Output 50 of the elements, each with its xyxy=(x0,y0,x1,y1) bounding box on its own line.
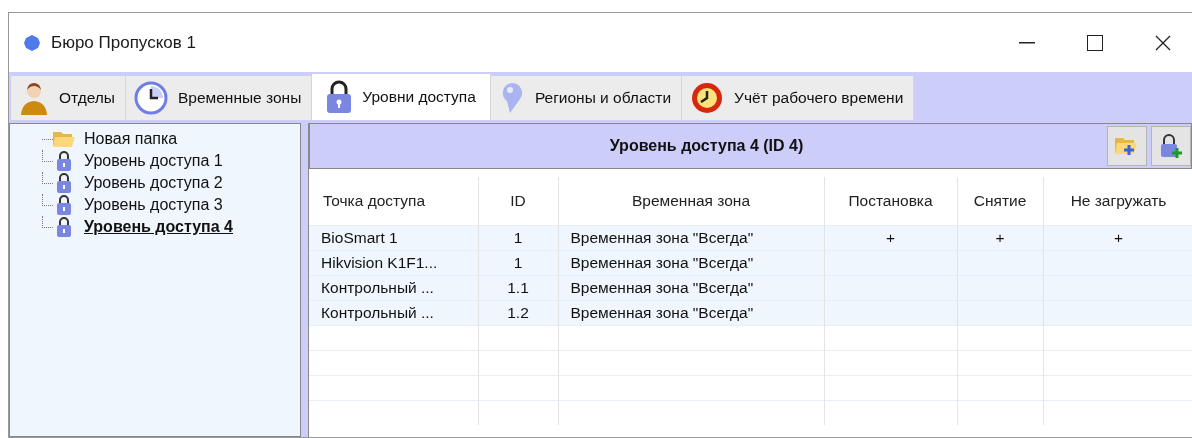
column-header: Точка доступа xyxy=(323,192,426,209)
add-folder-button[interactable] xyxy=(1107,126,1147,166)
table-cell: Hikvision K1F1... xyxy=(321,254,438,271)
folder-icon xyxy=(52,130,76,148)
close-icon xyxy=(1155,34,1171,51)
table-cell: + xyxy=(995,229,1005,246)
lock-plus-icon xyxy=(1159,133,1183,159)
folder-plus-icon xyxy=(1114,135,1140,157)
add-access-level-button[interactable] xyxy=(1151,126,1191,166)
column-header: ID xyxy=(510,192,526,209)
lock-icon xyxy=(56,172,72,194)
table-cell: BioSmart 1 xyxy=(321,229,398,246)
column-header: Снятие xyxy=(973,192,1027,209)
lock-icon xyxy=(56,194,72,216)
table-cell: 1.1 xyxy=(507,279,529,296)
tree-item[interactable]: Уровень доступа 2 xyxy=(84,174,223,192)
column-header: Временная зона xyxy=(632,192,750,209)
alarm-clock-icon xyxy=(690,81,725,115)
table-cell: Временная зона "Всегда" xyxy=(570,304,754,321)
window-title: Бюро Пропусков 1 xyxy=(51,32,196,53)
tree-item[interactable]: Уровень доступа 3 xyxy=(84,196,223,214)
table-cell: Контрольный ... xyxy=(321,304,434,321)
person-icon xyxy=(19,81,49,115)
table-cell: Временная зона "Всегда" xyxy=(570,229,754,246)
tab[interactable]: Отделы xyxy=(11,76,126,120)
minimize-icon xyxy=(1019,41,1035,44)
tree-item[interactable]: Новая папка xyxy=(84,130,178,148)
tree-item[interactable]: Уровень доступа 1 xyxy=(84,152,223,170)
tree-item[interactable]: Уровень доступа 4 xyxy=(84,218,233,236)
column-header: Постановка xyxy=(848,192,933,209)
table-cell: 1 xyxy=(513,229,523,246)
clock-icon xyxy=(134,81,168,115)
table-cell: + xyxy=(885,229,896,246)
table-cell: + xyxy=(1113,229,1124,246)
app-logo-icon xyxy=(23,33,41,52)
table-cell: 1 xyxy=(513,254,523,271)
table-cell: Временная зона "Всегда" xyxy=(570,254,754,271)
lock-icon xyxy=(56,150,72,172)
tab[interactable]: Уровни доступа xyxy=(312,74,491,120)
table-cell: Контрольный ... xyxy=(321,279,434,296)
table-cell: Временная зона "Всегда" xyxy=(570,279,754,296)
panel-title: Уровень доступа 4 (ID 4) xyxy=(608,136,805,156)
column-header: Не загружать xyxy=(1070,192,1167,209)
table-cell: 1.2 xyxy=(507,304,529,321)
tab[interactable]: Учёт рабочего времени xyxy=(682,76,915,120)
lock-icon xyxy=(56,216,72,238)
maximize-icon xyxy=(1087,34,1103,51)
tab[interactable]: Временные зоны xyxy=(126,76,313,120)
tab[interactable]: Регионы и области xyxy=(490,76,683,120)
lock-icon xyxy=(326,80,353,114)
